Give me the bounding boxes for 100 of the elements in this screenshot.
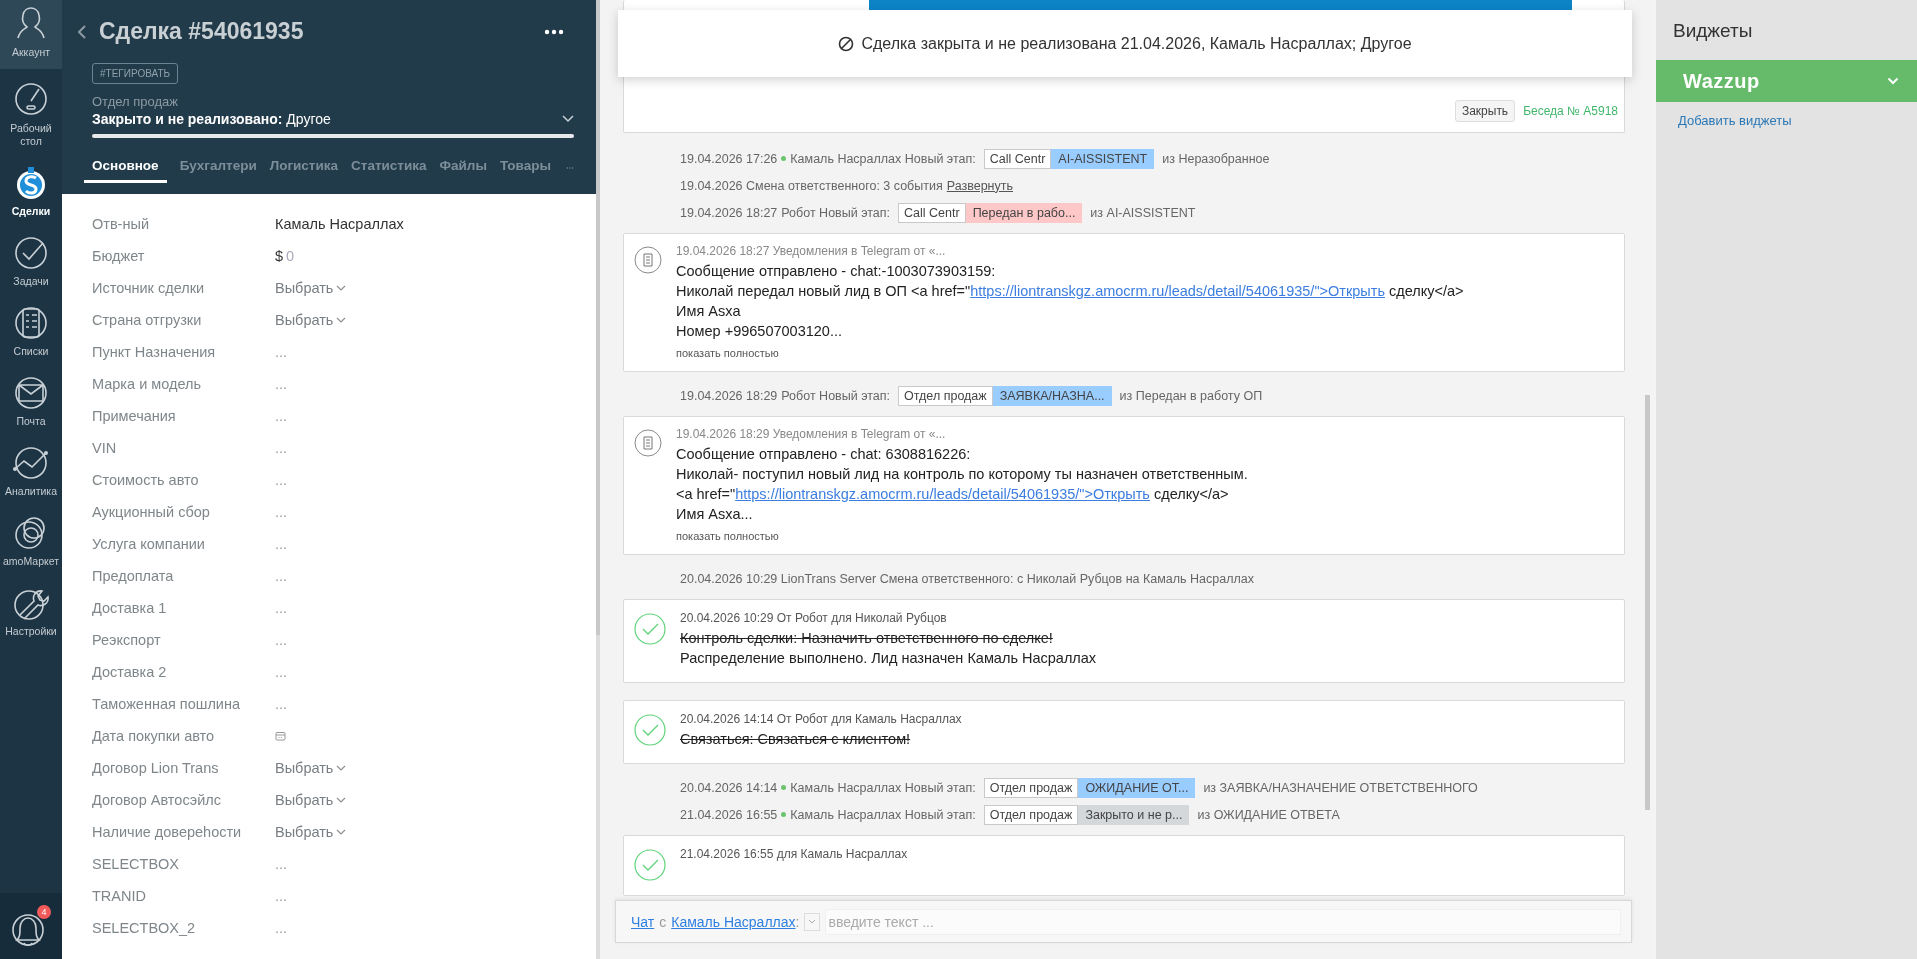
pipeline-tag: Отдел продаж	[983, 777, 1079, 798]
tab[interactable]: Логистика	[269, 152, 339, 183]
event-time: 21.04.2026 16:55	[680, 807, 778, 822]
field-label: Наличие довереhости	[92, 824, 243, 840]
field-label: TRANID	[92, 888, 147, 904]
field-value[interactable]: ...	[275, 376, 288, 392]
close-button[interactable]: Закрыть	[1454, 100, 1516, 122]
field-value[interactable]: ...	[275, 568, 288, 584]
note-text: <a href="https://liontranskgz.amocrm.ru/leads/detail/54061935/">Открыть сделку</a>	[676, 485, 1230, 504]
nav-item[interactable]: Аккаунт	[0, 0, 62, 69]
field-label: Договор Lion Trans	[92, 760, 220, 776]
nav-item[interactable]: Аналитика	[0, 436, 62, 506]
field-value[interactable]: ...	[275, 664, 288, 680]
field-label: Реэкспорт	[92, 632, 162, 648]
chevron-icon	[336, 284, 347, 292]
tab[interactable]: Бухгалтери	[179, 152, 257, 183]
field-value[interactable]: ...	[275, 600, 288, 616]
event-text: 20.04.2026 10:29 LionTrans Server Смена ответственного: с Николай Рубцов на Камаль Насраллах	[680, 571, 1254, 586]
field-label: Предоплата	[92, 568, 175, 584]
message-input[interactable]: введите текст ...	[825, 908, 1621, 935]
pipeline-tag: Отдел продаж	[898, 385, 993, 406]
field-value[interactable]: ...	[275, 920, 288, 936]
expand-link[interactable]: Развернуть	[946, 178, 1013, 193]
tab[interactable]: Товары	[499, 152, 551, 183]
chat-label: :	[795, 913, 800, 930]
budget-field[interactable]: $ 0	[275, 248, 295, 264]
event-text: из ОЖИДАНИЕ ОТВЕТА	[1197, 807, 1340, 822]
nav-item[interactable]: amoМаркет	[0, 506, 62, 576]
note-text: Николай- поступил новый лид на контроль по которому ты назначен ответственным.	[676, 465, 1248, 484]
note-text: Сообщение отправлено - chat: 6308816226:	[676, 445, 972, 464]
field-value[interactable]: ...	[275, 696, 288, 712]
field-label: Таможенная пошлина	[92, 696, 242, 712]
check-circle-icon	[634, 714, 666, 746]
select-field[interactable]: Выбрать	[275, 760, 347, 776]
recipient-link[interactable]: Камаль Насраллах	[671, 913, 796, 930]
event-text: Робот Новый этап:	[781, 388, 891, 403]
conversation-link[interactable]: Беседа № A5918	[1523, 104, 1618, 118]
field-value[interactable]: Камаль Насраллах	[275, 216, 404, 232]
select-field[interactable]: Выбрать	[275, 312, 347, 328]
bell-icon	[11, 911, 45, 948]
task-header: 20.04.2026 14:14 От Робот для Камаль Насраллах	[680, 712, 962, 726]
field-value[interactable]: ...	[275, 856, 288, 872]
tab[interactable]: Статистика	[351, 152, 427, 183]
field-value[interactable]: ...	[275, 536, 288, 552]
nav-item[interactable]: Рабочий стол	[0, 73, 62, 156]
field-label: Дата покупки авто	[92, 728, 216, 744]
event-text: Камаль Насраллах Новый этап:	[790, 807, 976, 822]
forbidden-icon	[838, 35, 855, 52]
field-label: Марка и модель	[92, 376, 203, 392]
field-value[interactable]: ...	[275, 888, 288, 904]
check-circle-icon	[634, 849, 666, 881]
nav-item[interactable]: Настройки	[0, 576, 62, 646]
field-value[interactable]: ...	[275, 440, 288, 456]
scrollbar[interactable]	[596, 0, 600, 635]
field-value[interactable]: ...	[275, 472, 288, 488]
event-text: из Неразобранное	[1162, 151, 1270, 166]
show-more-link[interactable]: показать полностью	[676, 530, 1248, 542]
chat-label: с	[659, 913, 667, 930]
event-time: 19.04.2026 17:26	[680, 151, 778, 166]
pipeline-tag: Call Centr	[898, 202, 966, 223]
more-icon[interactable]	[544, 28, 564, 35]
field-label: Доставка 1	[92, 600, 168, 616]
deal-status[interactable]: Закрыто и не реализовано: Другое	[92, 111, 331, 127]
nav-item[interactable]: Списки	[0, 296, 62, 366]
field-value[interactable]: ...	[275, 344, 288, 360]
task-result: Распределение выполнено. Лид назначен Камаль Насраллах	[680, 649, 1097, 668]
back-icon[interactable]	[77, 23, 87, 40]
show-more-link[interactable]: показать полностью	[676, 347, 1464, 359]
note-text: Номер +996507003120...	[676, 322, 843, 341]
select-field[interactable]: Выбрать	[275, 824, 347, 840]
event-text: Камаль Насраллах Новый этап:	[790, 151, 976, 166]
chat-link[interactable]: Чат	[631, 913, 655, 930]
widgets-title: Виджеты	[1673, 20, 1754, 42]
note-link[interactable]: https://liontranskgz.amocrm.ru/leads/detail/54061935/">Открыть	[970, 283, 1385, 299]
check-circle-icon	[634, 613, 666, 645]
event-text: из Передан в работу ОП	[1119, 388, 1263, 403]
field-label: VIN	[92, 440, 118, 456]
note-link[interactable]: https://liontranskgz.amocrm.ru/leads/detail/54061935/">Открыть	[735, 486, 1150, 502]
field-value[interactable]: ...	[275, 632, 288, 648]
add-widgets-link[interactable]: Добавить виджеты	[1678, 113, 1917, 128]
calendar-icon[interactable]	[275, 731, 286, 741]
nav-item[interactable]: Сделки	[0, 156, 62, 226]
field-value[interactable]: ...	[275, 504, 288, 520]
field-value[interactable]: ...	[275, 408, 288, 424]
tab[interactable]: Основное	[84, 152, 167, 183]
note-text: Сообщение отправлено - chat:-1003073903159:	[676, 262, 997, 281]
scrollbar[interactable]	[1645, 395, 1650, 810]
field-label: Доставка 2	[92, 664, 168, 680]
chevron-icon	[336, 828, 347, 836]
select-field[interactable]: Выбрать	[275, 792, 347, 808]
widget-bar[interactable]: Wazzup	[1656, 60, 1917, 102]
field-label: Стоимость авто	[92, 472, 200, 488]
task-header: 21.04.2026 16:55 для Камаль Насраллах	[680, 847, 908, 861]
event-text: Робот Новый этап:	[781, 205, 891, 220]
select-field[interactable]: Выбрать	[275, 280, 347, 296]
nav-item[interactable]: Задачи	[0, 226, 62, 296]
chevron-icon[interactable]	[562, 115, 574, 123]
tab[interactable]: Файлы	[439, 152, 487, 183]
nav-item[interactable]: Почта	[0, 366, 62, 436]
tag-button[interactable]: #ТЕГИРОВАТЬ	[92, 63, 179, 84]
